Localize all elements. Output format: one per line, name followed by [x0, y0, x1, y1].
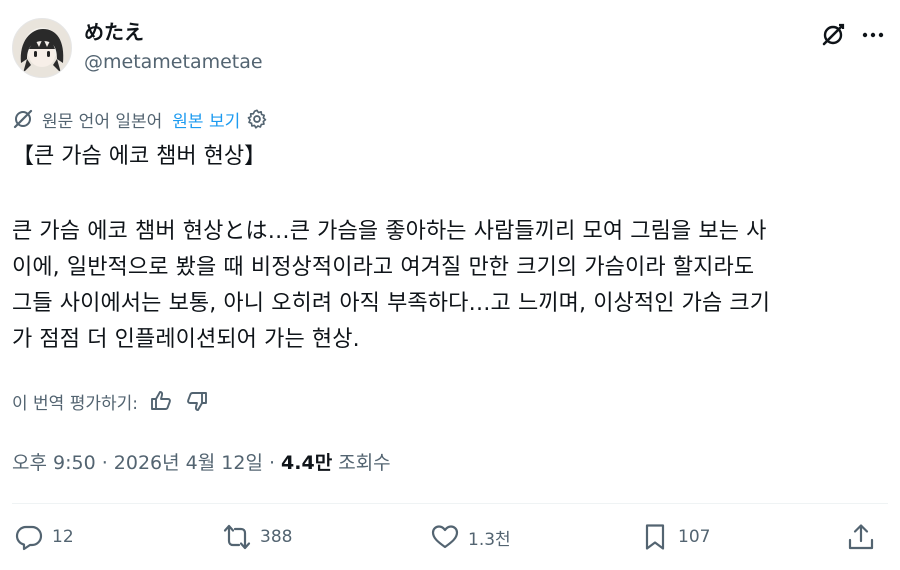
post-text-line: 그들 사이에서는 보통, 아니 오히려 아직 부족하다…고 느끼며, 이상적인 … — [12, 291, 771, 316]
translate-icon — [13, 109, 33, 129]
original-language-text: 원문 언어 일본어 — [42, 111, 163, 132]
post-timestamp[interactable]: 오후 9:50 · 2026년 4월 12일 · — [12, 452, 281, 474]
repost-count: 388 — [260, 527, 293, 547]
grok-icon[interactable] — [820, 22, 846, 48]
thumbs-down-icon[interactable] — [184, 388, 210, 414]
show-original-link[interactable]: 원본 보기 — [172, 107, 240, 132]
reply-count: 12 — [52, 527, 74, 547]
post-header: めたえ @metametametae — [12, 14, 888, 80]
like-button[interactable]: 1.3천 — [430, 522, 511, 552]
divider — [12, 503, 888, 504]
bookmark-icon — [645, 524, 665, 550]
views-label: 조회수 — [332, 452, 391, 474]
gear-icon[interactable] — [246, 108, 268, 130]
post-title: 【큰 가슴 에코 챔버 현상】 — [12, 144, 267, 169]
reply-button[interactable]: 12 — [14, 522, 74, 552]
thumbs-up-icon[interactable] — [148, 388, 174, 414]
rate-translation: 이 번역 평가하기: — [12, 386, 210, 416]
views-count: 4.4만 — [281, 452, 333, 474]
header-actions — [820, 22, 886, 48]
more-icon[interactable] — [860, 22, 886, 48]
post-text-line: 가 점점 더 인플레이션되어 가는 현상. — [12, 327, 360, 352]
reply-icon — [15, 525, 43, 551]
repost-icon — [223, 524, 251, 550]
repost-button[interactable]: 388 — [222, 522, 292, 552]
share-icon — [848, 524, 874, 550]
share-button[interactable] — [846, 522, 876, 552]
avatar[interactable] — [12, 18, 72, 78]
post-meta: 오후 9:50 · 2026년 4월 12일 · 4.4만 조회수 — [12, 448, 391, 475]
bookmark-button[interactable]: 107 — [640, 522, 710, 552]
bookmark-count: 107 — [678, 527, 711, 547]
post-text-line: 큰 가슴 에코 챔버 현상とは…큰 가슴을 좋아하는 사람들끼리 모여 그림을 … — [12, 219, 767, 244]
translation-info: 원문 언어 일본어 원본 보기 — [12, 106, 268, 132]
action-bar: 12 388 1.3천 107 — [14, 522, 886, 562]
like-icon — [431, 525, 459, 549]
rate-translation-label: 이 번역 평가하기: — [12, 393, 139, 414]
user-handle[interactable]: @metametametae — [84, 51, 263, 73]
post-text-line: 이에, 일반적으로 봤을 때 비정상적이라고 여겨질 만한 크기의 가슴이라 할… — [12, 255, 755, 280]
post-text: 큰 가슴 에코 챔버 현상とは…큰 가슴을 좋아하는 사람들끼리 모여 그림을 … — [12, 214, 882, 358]
like-count: 1.3천 — [468, 529, 511, 550]
display-name[interactable]: めたえ — [84, 16, 144, 45]
